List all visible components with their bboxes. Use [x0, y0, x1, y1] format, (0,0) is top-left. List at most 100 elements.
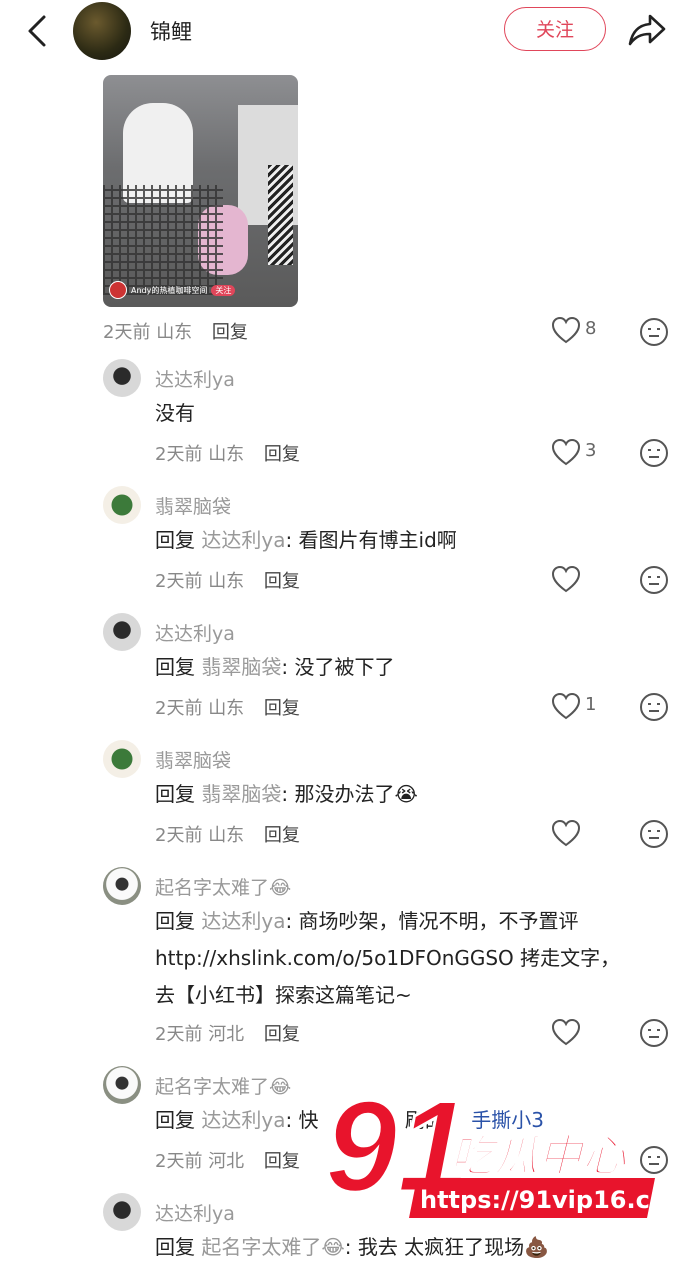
- comment-like-button[interactable]: 1: [551, 692, 621, 722]
- top-bar: 锦鲤 关注: [0, 0, 693, 62]
- comment-image[interactable]: Andy的热植咖啡空间 关注: [103, 75, 298, 307]
- image-watermark: Andy的热植咖啡空间 关注: [109, 281, 236, 299]
- watermark-follow-tag: 关注: [211, 284, 236, 296]
- comment-location: 山东: [208, 698, 245, 719]
- comment-time: 2天前: [155, 825, 203, 846]
- comment-like-button[interactable]: [551, 565, 621, 595]
- heart-icon: [551, 316, 581, 344]
- reply-prefix: 回复: [155, 1108, 195, 1132]
- heart-icon: [551, 565, 581, 593]
- reply-target[interactable]: 起名字太难了😂: [201, 1235, 344, 1259]
- site-watermark: 91 吃瓜中心 https://91vip16.com: [325, 1083, 660, 1221]
- emoji-react-icon[interactable]: [639, 1018, 669, 1048]
- reply-prefix: 回复: [155, 909, 195, 933]
- comment-meta: 2天前 河北 回复: [155, 1147, 300, 1173]
- poop-emoji-icon: 💩: [524, 1235, 550, 1259]
- comment-time: 2天前: [155, 698, 203, 719]
- comment-body: : 那没办法了: [281, 782, 395, 806]
- comment-link-line[interactable]: http://xhslink.com/o/5o1DFOnGGSO 拷走文字，: [155, 940, 655, 977]
- comment-reply-button[interactable]: 回复: [264, 1151, 300, 1172]
- comment-reply-button[interactable]: 回复: [264, 1024, 300, 1045]
- commenter-name[interactable]: 达达利ya: [155, 619, 235, 646]
- comment-text: 没有: [155, 401, 195, 425]
- reply-target[interactable]: 达达利ya: [201, 909, 285, 933]
- emoji-react-icon[interactable]: [639, 317, 669, 347]
- reply-target[interactable]: 翡翠脑袋: [201, 782, 281, 806]
- author-avatar[interactable]: [73, 2, 131, 60]
- comment-body: : 没了被下了: [281, 655, 395, 679]
- commenter-avatar[interactable]: [103, 740, 141, 778]
- back-arrow-icon[interactable]: [24, 14, 52, 48]
- comment-like-button[interactable]: [551, 819, 621, 849]
- emoji-react-icon[interactable]: [639, 565, 669, 595]
- commenter-name[interactable]: 起名字太难了😂: [155, 1072, 291, 1099]
- comment-like-button[interactable]: [551, 1018, 621, 1048]
- comment-reply-button[interactable]: 回复: [264, 571, 300, 592]
- comment-text: 回复 达达利ya: 商场吵架，情况不明，不予置评 http://xhslink.…: [155, 903, 655, 1014]
- post-like-button[interactable]: 8: [551, 316, 621, 346]
- comment-location: 河北: [208, 1151, 245, 1172]
- comment-time: 2天前: [155, 571, 203, 592]
- comment-reply-button[interactable]: 回复: [264, 825, 300, 846]
- heart-icon: [551, 692, 581, 720]
- post-location: 山东: [156, 322, 193, 343]
- comment-text: 回复 起名字太难了😂: 我去 太疯狂了现场💩: [155, 1229, 655, 1266]
- reply-target[interactable]: 翡翠脑袋: [201, 655, 281, 679]
- commenter-avatar[interactable]: [103, 486, 141, 524]
- reply-target[interactable]: 达达利ya: [201, 528, 285, 552]
- heart-icon: [551, 1018, 581, 1046]
- reply-prefix: 回复: [155, 528, 195, 552]
- commenter-avatar[interactable]: [103, 613, 141, 651]
- author-username[interactable]: 锦鲤: [150, 16, 192, 46]
- watermark-url: https://91vip16.com: [420, 1186, 660, 1214]
- reply-target[interactable]: 达达利ya: [201, 1108, 285, 1132]
- watermark-avatar: [109, 281, 127, 299]
- emoji-react-icon[interactable]: [639, 438, 669, 468]
- commenter-avatar[interactable]: [103, 1066, 141, 1104]
- heart-icon: [551, 438, 581, 466]
- commenter-name[interactable]: 翡翠脑袋: [155, 492, 231, 519]
- reply-prefix: 回复: [155, 655, 195, 679]
- commenter-avatar[interactable]: [103, 359, 141, 397]
- comment-meta: 2天前 河北 回复: [155, 1020, 300, 1046]
- emoji-react-icon[interactable]: [639, 819, 669, 849]
- comment-time: 2天前: [155, 444, 203, 465]
- comment-location: 山东: [208, 444, 245, 465]
- commenter-name[interactable]: 达达利ya: [155, 365, 235, 392]
- post-reply-button[interactable]: 回复: [212, 322, 248, 343]
- comment-meta: 2天前 山东 回复: [155, 440, 300, 466]
- comment-text: 回复 达达利ya: 看图片有博主id啊: [155, 522, 655, 559]
- comment-reply-button[interactable]: 回复: [264, 698, 300, 719]
- comment-location: 山东: [208, 825, 245, 846]
- emoji-react-icon[interactable]: [639, 692, 669, 722]
- comment-reply-button[interactable]: 回复: [264, 444, 300, 465]
- watermark-brand: 吃瓜中心: [450, 1131, 628, 1182]
- crying-emoji-icon: 😭: [394, 782, 418, 806]
- comment-like-button[interactable]: 3: [551, 438, 621, 468]
- post-meta: 2天前 山东 回复: [103, 318, 248, 344]
- laughing-emoji-icon: 😂: [269, 1076, 292, 1098]
- image-cart: [103, 185, 223, 295]
- commenter-name[interactable]: 翡翠脑袋: [155, 746, 231, 773]
- comment-time: 2天前: [155, 1024, 203, 1045]
- laughing-emoji-icon: 😂: [269, 877, 292, 899]
- comment-location: 河北: [208, 1024, 245, 1045]
- comment-body: : 看图片有博主id啊: [285, 528, 457, 552]
- share-icon[interactable]: [627, 12, 667, 48]
- like-count: 3: [585, 440, 597, 461]
- commenter-name[interactable]: 达达利ya: [155, 1199, 235, 1226]
- commenter-name[interactable]: 起名字太难了😂: [155, 873, 291, 900]
- comment-body: : 我去 太疯狂了现场: [344, 1235, 525, 1259]
- follow-button[interactable]: 关注: [504, 7, 606, 51]
- comment-body-line3: 去【小红书】探索这篇笔记~: [155, 983, 412, 1007]
- comment-meta: 2天前 山东 回复: [155, 694, 300, 720]
- commenter-avatar[interactable]: [103, 867, 141, 905]
- comment-location: 山东: [208, 571, 245, 592]
- commenter-avatar[interactable]: [103, 1193, 141, 1231]
- post-time: 2天前: [103, 322, 151, 343]
- comment-body: : 快: [285, 1108, 319, 1132]
- like-count: 1: [585, 694, 597, 715]
- comment-text: 回复 翡翠脑袋: 那没办法了😭: [155, 776, 655, 813]
- image-legs: [268, 165, 293, 265]
- reply-prefix: 回复: [155, 1235, 195, 1259]
